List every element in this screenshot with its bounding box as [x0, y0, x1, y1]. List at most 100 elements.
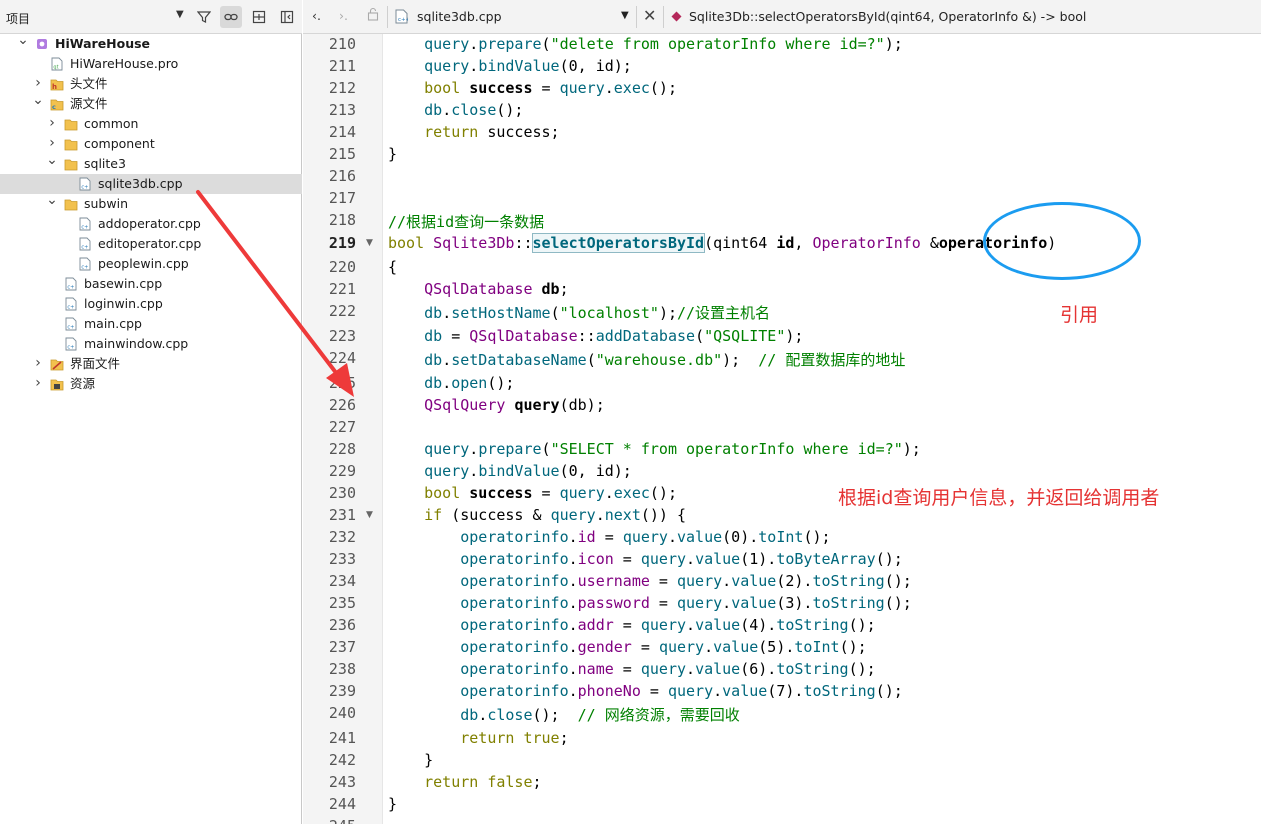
chevron-down-icon[interactable]: ⌄: [46, 153, 58, 167]
code-line[interactable]: query.prepare("SELECT * from operatorInf…: [388, 440, 921, 458]
tree-item[interactable]: c+ editoperator.cpp: [0, 234, 302, 254]
svg-text:c+: c+: [67, 285, 74, 291]
line-number: 233: [328, 550, 356, 568]
split-icon[interactable]: [248, 6, 270, 28]
tree-item[interactable]: qt HiWareHouse.pro: [0, 54, 302, 74]
code-line[interactable]: //根据id查询一条数据: [388, 211, 544, 232]
tree-item[interactable]: c+ mainwindow.cpp: [0, 334, 302, 354]
line-number: 225: [328, 374, 356, 392]
code-line[interactable]: operatorinfo.phoneNo = query.value(7).to…: [388, 682, 903, 700]
chevron-down-icon[interactable]: ▼: [621, 10, 629, 21]
symbol-icon: [671, 10, 682, 25]
code-line[interactable]: operatorinfo.gender = query.value(5).toI…: [388, 638, 866, 656]
code-line[interactable]: db.open();: [388, 374, 514, 392]
code-line[interactable]: query.bindValue(0, id);: [388, 57, 632, 75]
tree-item[interactable]: c+ sqlite3db.cpp: [0, 174, 302, 194]
code-line[interactable]: bool success = query.exec();: [388, 484, 677, 502]
chevron-right-icon[interactable]: ›: [46, 134, 58, 153]
form-folder-icon: [50, 357, 64, 371]
filter-icon[interactable]: [193, 6, 215, 28]
line-number: 224: [328, 349, 356, 367]
code-line[interactable]: db.close(); // 网络资源，需要回收: [388, 704, 740, 725]
code-editor[interactable]: query.prepare("delete from operatorInfo …: [383, 34, 1261, 824]
resource-folder-icon: [50, 377, 64, 391]
open-file-selector[interactable]: sqlite3db.cpp: [417, 9, 502, 24]
svg-text:c+: c+: [67, 305, 74, 311]
chevron-down-icon[interactable]: ⌄: [17, 33, 29, 47]
code-line[interactable]: operatorinfo.id = query.value(0).toInt()…: [388, 528, 830, 546]
tree-item[interactable]: c+ basewin.cpp: [0, 274, 302, 294]
cpp-file-icon: c+: [64, 297, 78, 311]
code-line[interactable]: }: [388, 145, 397, 163]
chevron-right-icon[interactable]: ›: [32, 354, 44, 373]
code-line[interactable]: query.bindValue(0, id);: [388, 462, 632, 480]
editor-toolbar: ‹. ›. c++ sqlite3db.cpp ▼ ✕ Sqlite3Db::s…: [303, 0, 1261, 34]
code-line[interactable]: bool Sqlite3Db::selectOperatorsById(qint…: [388, 233, 1056, 253]
chevron-right-icon[interactable]: ›: [46, 114, 58, 133]
code-line[interactable]: return false;: [388, 773, 541, 791]
navigate-forward-icon[interactable]: ›.: [339, 8, 348, 23]
tree-item[interactable]: ⌄ c 源文件: [0, 93, 302, 114]
chevron-down-icon[interactable]: ⌄: [32, 93, 44, 107]
tree-item-label: HiWareHouse.pro: [70, 56, 179, 71]
code-line[interactable]: query.prepare("delete from operatorInfo …: [388, 35, 903, 53]
code-line[interactable]: return true;: [388, 729, 568, 747]
line-number: 218: [328, 211, 356, 229]
line-number: 240: [328, 704, 356, 722]
tree-item[interactable]: › 界面文件: [0, 354, 302, 374]
line-number: 217: [328, 189, 356, 207]
line-number: 242: [328, 751, 356, 769]
code-line[interactable]: bool success = query.exec();: [388, 79, 677, 97]
cpp-file-icon: c+: [64, 277, 78, 291]
symbol-selector[interactable]: Sqlite3Db::selectOperatorsById(qint64, O…: [689, 9, 1086, 24]
tree-item[interactable]: › h 头文件: [0, 74, 302, 94]
code-line[interactable]: return success;: [388, 123, 559, 141]
folder-icon: [64, 197, 78, 211]
line-number: 234: [328, 572, 356, 590]
code-line[interactable]: }: [388, 795, 397, 813]
tree-item[interactable]: c+ loginwin.cpp: [0, 294, 302, 314]
code-line[interactable]: QSqlQuery query(db);: [388, 396, 605, 414]
tree-item[interactable]: › component: [0, 134, 302, 154]
tree-item-label: editoperator.cpp: [98, 236, 202, 251]
line-number: 235: [328, 594, 356, 612]
close-icon[interactable]: ✕: [643, 6, 656, 25]
close-sidebar-icon[interactable]: [276, 6, 298, 28]
project-view-selector[interactable]: 项目: [6, 10, 30, 27]
tree-item[interactable]: ⌄ subwin: [0, 193, 302, 214]
cpp-file-icon: c++: [395, 9, 411, 27]
tree-item[interactable]: ⌄ sqlite3: [0, 153, 302, 174]
code-line[interactable]: operatorinfo.username = query.value(2).t…: [388, 572, 912, 590]
chevron-down-icon[interactable]: ⌄: [46, 193, 58, 207]
link-with-editor-icon[interactable]: [220, 6, 242, 28]
code-line[interactable]: {: [388, 258, 397, 276]
code-line[interactable]: if (success & query.next()) {: [388, 506, 686, 524]
code-line[interactable]: operatorinfo.addr = query.value(4).toStr…: [388, 616, 875, 634]
code-line[interactable]: db.close();: [388, 101, 523, 119]
navigate-back-icon[interactable]: ‹.: [312, 8, 321, 23]
code-line[interactable]: db.setHostName("localhost");//设置主机名: [388, 302, 770, 323]
tree-item[interactable]: c+ addoperator.cpp: [0, 214, 302, 234]
tree-item[interactable]: c+ peoplewin.cpp: [0, 254, 302, 274]
svg-text:c++: c++: [398, 17, 408, 23]
tree-item[interactable]: c+ main.cpp: [0, 314, 302, 334]
line-number: 214: [328, 123, 356, 141]
tree-item[interactable]: ⌄ HiWareHouse: [0, 33, 302, 54]
chevron-down-icon[interactable]: ▼: [176, 9, 184, 20]
code-line[interactable]: operatorinfo.icon = query.value(1).toByt…: [388, 550, 903, 568]
chevron-right-icon[interactable]: ›: [32, 74, 44, 93]
fold-toggle-icon[interactable]: ▼: [366, 238, 373, 248]
tree-item[interactable]: › 资源: [0, 374, 302, 394]
line-number: 221: [328, 280, 356, 298]
chevron-right-icon[interactable]: ›: [32, 374, 44, 393]
tree-item[interactable]: › common: [0, 114, 302, 134]
code-line[interactable]: db.setDatabaseName("warehouse.db"); // 配…: [388, 349, 905, 370]
fold-toggle-icon[interactable]: ▼: [366, 510, 373, 520]
code-line[interactable]: operatorinfo.password = query.value(3).t…: [388, 594, 912, 612]
code-line[interactable]: }: [388, 751, 433, 769]
code-line[interactable]: operatorinfo.name = query.value(6).toStr…: [388, 660, 875, 678]
code-line[interactable]: QSqlDatabase db;: [388, 280, 569, 298]
line-number: 229: [328, 462, 356, 480]
folder-icon: [64, 117, 78, 131]
code-line[interactable]: db = QSqlDatabase::addDatabase("QSQLITE"…: [388, 327, 803, 345]
